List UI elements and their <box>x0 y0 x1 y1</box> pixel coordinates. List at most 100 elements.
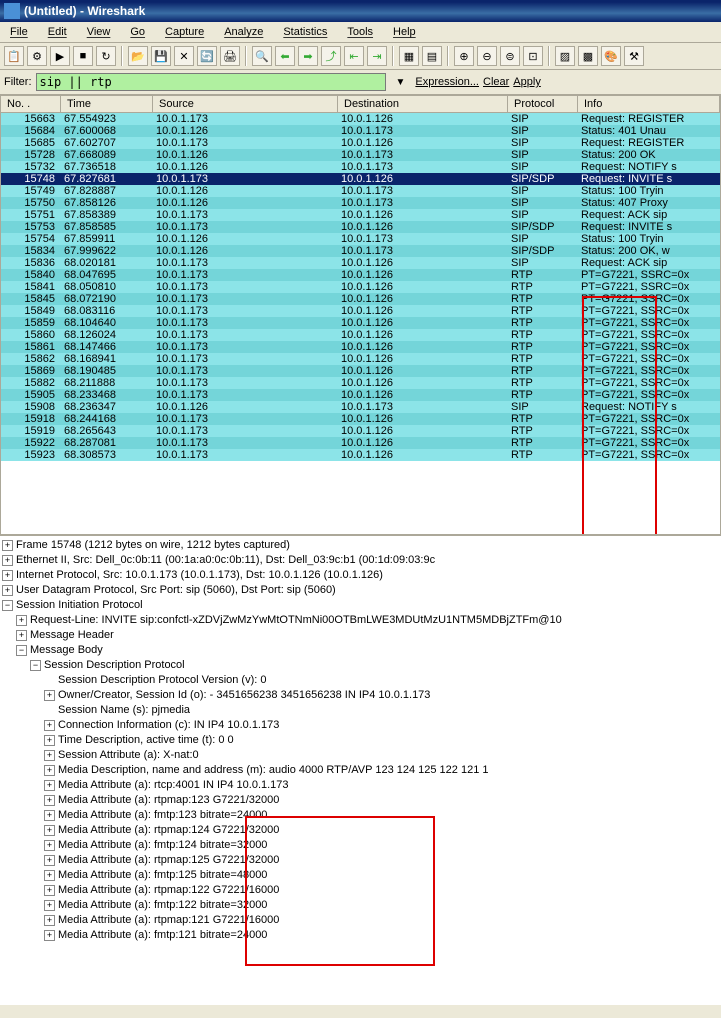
packet-row[interactable]: 1572867.66808910.0.1.12610.0.1.173SIPSta… <box>1 149 720 161</box>
collapse-icon[interactable]: − <box>16 645 27 656</box>
coloring-icon[interactable]: 🎨 <box>601 46 621 66</box>
expand-icon[interactable]: + <box>44 915 55 926</box>
prefs-icon[interactable]: ⚒ <box>624 46 644 66</box>
col-info[interactable]: Info <box>578 96 720 112</box>
zoom100-icon[interactable]: ⊜ <box>500 46 520 66</box>
menu-analyze[interactable]: Analyze <box>218 24 269 40</box>
find-icon[interactable]: 🔍 <box>252 46 272 66</box>
packet-list[interactable]: No. . Time Source Destination Protocol I… <box>0 95 721 535</box>
expand-icon[interactable]: + <box>44 780 55 791</box>
interfaces-icon[interactable]: 📋 <box>4 46 24 66</box>
packet-row[interactable]: 1583467.99962210.0.1.12610.0.1.173SIP/SD… <box>1 245 720 257</box>
packet-row[interactable]: 1574867.82768110.0.1.17310.0.1.126SIP/SD… <box>1 173 720 185</box>
menu-statistics[interactable]: Statistics <box>277 24 333 40</box>
collapse-icon[interactable]: − <box>2 600 13 611</box>
menu-edit[interactable]: Edit <box>42 24 73 40</box>
col-destination[interactable]: Destination <box>338 96 508 112</box>
forward-icon[interactable]: ➡ <box>298 46 318 66</box>
apply-button[interactable]: Apply <box>513 76 541 88</box>
colorize-icon[interactable]: ▦ <box>399 46 419 66</box>
expand-icon[interactable]: + <box>44 900 55 911</box>
menu-capture[interactable]: Capture <box>159 24 210 40</box>
packet-row[interactable]: 1586268.16894110.0.1.17310.0.1.126RTPPT=… <box>1 353 720 365</box>
expand-icon[interactable]: + <box>2 555 13 566</box>
start-icon[interactable]: ▶ <box>50 46 70 66</box>
expand-icon[interactable]: + <box>44 795 55 806</box>
expand-icon[interactable]: + <box>2 585 13 596</box>
packet-details[interactable]: +Frame 15748 (1212 bytes on wire, 1212 b… <box>0 535 721 1005</box>
packet-row[interactable]: 1575367.85858510.0.1.17310.0.1.126SIP/SD… <box>1 221 720 233</box>
packet-row[interactable]: 1568567.60270710.0.1.17310.0.1.126SIPReq… <box>1 137 720 149</box>
packet-row[interactable]: 1584168.05081010.0.1.17310.0.1.126RTPPT=… <box>1 281 720 293</box>
col-source[interactable]: Source <box>153 96 338 112</box>
packet-row[interactable]: 1575067.85812610.0.1.12610.0.1.173SIPSta… <box>1 197 720 209</box>
save-icon[interactable]: 💾 <box>151 46 171 66</box>
menu-go[interactable]: Go <box>124 24 151 40</box>
autoscroll-icon[interactable]: ▤ <box>422 46 442 66</box>
menu-view[interactable]: View <box>81 24 117 40</box>
menu-help[interactable]: Help <box>387 24 422 40</box>
packet-row[interactable]: 1584068.04769510.0.1.17310.0.1.126RTPPT=… <box>1 269 720 281</box>
capfilter-icon[interactable]: ▨ <box>555 46 575 66</box>
expand-icon[interactable]: + <box>44 870 55 881</box>
reload-icon[interactable]: 🔄 <box>197 46 217 66</box>
dispfilter-icon[interactable]: ▩ <box>578 46 598 66</box>
expand-icon[interactable]: + <box>44 855 55 866</box>
expand-icon[interactable]: + <box>16 615 27 626</box>
packet-row[interactable]: 1585968.10464010.0.1.17310.0.1.126RTPPT=… <box>1 317 720 329</box>
resize-icon[interactable]: ⊡ <box>523 46 543 66</box>
expand-icon[interactable]: + <box>2 570 13 581</box>
packet-row[interactable]: 1588268.21188810.0.1.17310.0.1.126RTPPT=… <box>1 377 720 389</box>
restart-icon[interactable]: ↻ <box>96 46 116 66</box>
print-icon[interactable]: 🖨 <box>220 46 240 66</box>
expression-button[interactable]: Expression... <box>415 76 479 88</box>
options-icon[interactable]: ⚙ <box>27 46 47 66</box>
stop-icon[interactable]: ■ <box>73 46 93 66</box>
clear-button[interactable]: Clear <box>483 76 509 88</box>
expand-icon[interactable]: + <box>44 690 55 701</box>
goto-icon[interactable]: ⤴ <box>321 46 341 66</box>
packet-row[interactable]: 1574967.82888710.0.1.12610.0.1.173SIPSta… <box>1 185 720 197</box>
col-time[interactable]: Time <box>61 96 153 112</box>
expand-icon[interactable]: + <box>44 735 55 746</box>
expand-icon[interactable]: + <box>16 630 27 641</box>
packet-row[interactable]: 1586068.12602410.0.1.17310.0.1.126RTPPT=… <box>1 329 720 341</box>
expand-icon[interactable]: + <box>44 765 55 776</box>
menu-tools[interactable]: Tools <box>341 24 379 40</box>
packet-row[interactable]: 1573267.73651810.0.1.12610.0.1.173SIPReq… <box>1 161 720 173</box>
expand-icon[interactable]: + <box>44 810 55 821</box>
packet-row[interactable]: 1592368.30857310.0.1.17310.0.1.126RTPPT=… <box>1 449 720 461</box>
packet-row[interactable]: 1584568.07219010.0.1.17310.0.1.126RTPPT=… <box>1 293 720 305</box>
open-icon[interactable]: 📂 <box>128 46 148 66</box>
menu-file[interactable]: File <box>4 24 34 40</box>
first-icon[interactable]: ⇤ <box>344 46 364 66</box>
packet-row[interactable]: 1591868.24416810.0.1.17310.0.1.126RTPPT=… <box>1 413 720 425</box>
expand-icon[interactable]: + <box>44 885 55 896</box>
expand-icon[interactable]: + <box>44 750 55 761</box>
expand-icon[interactable]: + <box>2 540 13 551</box>
col-no[interactable]: No. . <box>1 96 61 112</box>
last-icon[interactable]: ⇥ <box>367 46 387 66</box>
zoomin-icon[interactable]: ⊕ <box>454 46 474 66</box>
expand-icon[interactable]: + <box>44 825 55 836</box>
packet-row[interactable]: 1575467.85991110.0.1.12610.0.1.173SIPSta… <box>1 233 720 245</box>
packet-row[interactable]: 1566367.55492310.0.1.17310.0.1.126SIPReq… <box>1 113 720 125</box>
packet-row[interactable]: 1575167.85838910.0.1.17310.0.1.126SIPReq… <box>1 209 720 221</box>
packet-row[interactable]: 1583668.02018110.0.1.17310.0.1.126SIPReq… <box>1 257 720 269</box>
packet-row[interactable]: 1590568.23346810.0.1.17310.0.1.126RTPPT=… <box>1 389 720 401</box>
packet-row[interactable]: 1586968.19048510.0.1.17310.0.1.126RTPPT=… <box>1 365 720 377</box>
packet-row[interactable]: 1590868.23634710.0.1.12610.0.1.173SIPReq… <box>1 401 720 413</box>
filter-dropdown-icon[interactable]: ▼ <box>390 77 412 88</box>
zoomout-icon[interactable]: ⊖ <box>477 46 497 66</box>
packet-row[interactable]: 1568467.60006810.0.1.12610.0.1.173SIPSta… <box>1 125 720 137</box>
collapse-icon[interactable]: − <box>30 660 41 671</box>
col-protocol[interactable]: Protocol <box>508 96 578 112</box>
filter-input[interactable] <box>36 73 386 91</box>
back-icon[interactable]: ⬅ <box>275 46 295 66</box>
packet-row[interactable]: 1591968.26564310.0.1.17310.0.1.126RTPPT=… <box>1 425 720 437</box>
packet-row[interactable]: 1592268.28708110.0.1.17310.0.1.126RTPPT=… <box>1 437 720 449</box>
expand-icon[interactable]: + <box>44 930 55 941</box>
expand-icon[interactable]: + <box>44 720 55 731</box>
close-icon[interactable]: ✕ <box>174 46 194 66</box>
expand-icon[interactable]: + <box>44 840 55 851</box>
